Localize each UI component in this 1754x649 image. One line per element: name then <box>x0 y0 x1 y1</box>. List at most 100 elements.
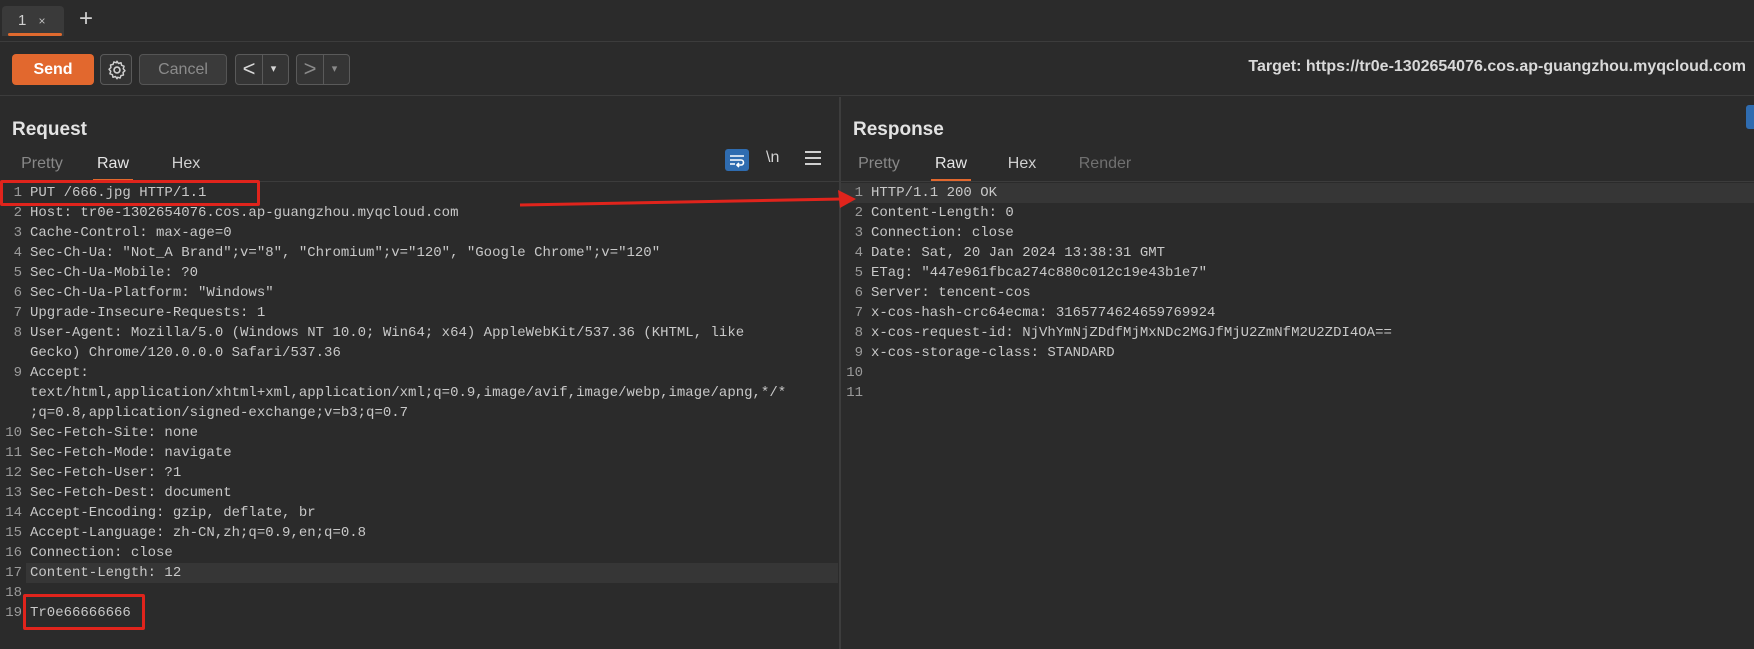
line-text: x-cos-request-id: NjVhYmNjZDdfMjMxNDc2MG… <box>871 325 1392 341</box>
editor-line[interactable]: Gecko) Chrome/120.0.0.0 Safari/537.36 <box>0 343 839 363</box>
editor-line[interactable]: 7 x-cos-hash-crc64ecma: 31657746246597699… <box>841 303 1754 323</box>
toolbar: Send Cancel < ▾ > ▾ Target: https://tr0e… <box>0 42 1754 96</box>
line-number: 2 <box>13 205 22 221</box>
line-number: 7 <box>13 305 22 321</box>
repeater-tab-1[interactable]: 1 × <box>2 6 64 36</box>
line-number: 1 <box>854 185 863 201</box>
line-number: 5 <box>13 265 22 281</box>
request-pane: Request Pretty Raw Hex \n 1 PUT /666.jpg … <box>0 97 839 649</box>
editor-line[interactable]: 9 x-cos-storage-class: STANDARD <box>841 343 1754 363</box>
request-editor[interactable]: 1 PUT /666.jpg HTTP/1.1 2 Host: tr0e-130265… <box>0 183 839 649</box>
line-text: Accept: <box>30 365 89 381</box>
editor-line[interactable]: text/html,application/xhtml+xml,applicat… <box>0 383 839 403</box>
editor-line[interactable]: 11 <box>841 383 1754 403</box>
inspector-toggle[interactable] <box>1746 105 1754 129</box>
forward-history-dropdown[interactable]: ▾ <box>323 55 345 84</box>
editor-line[interactable]: 5 ETag: "447e961fbca274c880c012c19e43b1e7… <box>841 263 1754 283</box>
line-text: Connection: close <box>871 225 1014 241</box>
send-button[interactable]: Send <box>12 54 94 85</box>
request-title: Request <box>12 119 87 140</box>
show-newlines-icon[interactable]: \n <box>766 149 779 167</box>
editor-line[interactable]: ;q=0.8,application/signed-exchange;v=b3;… <box>0 403 839 423</box>
tab-hex[interactable]: Hex <box>1004 152 1040 178</box>
editor-line[interactable]: 8 x-cos-request-id: NjVhYmNjZDdfMjMxNDc2M… <box>841 323 1754 343</box>
editor-line[interactable]: 7 Upgrade-Insecure-Requests: 1 <box>0 303 839 323</box>
line-text: ETag: "447e961fbca274c880c012c19e43b1e7" <box>871 265 1208 281</box>
line-text: Sec-Ch-Ua-Platform: "Windows" <box>30 285 274 301</box>
tab-raw[interactable]: Raw <box>93 152 133 182</box>
editor-line[interactable]: 6 Sec-Ch-Ua-Platform: "Windows" <box>0 283 839 303</box>
tab-hex[interactable]: Hex <box>168 152 204 178</box>
editor-line[interactable]: 12 Sec-Fetch-User: ?1 <box>0 463 839 483</box>
burp-repeater-window: 1 × + Send Cancel < ▾ > ▾ Target: https:… <box>0 0 1754 649</box>
editor-line[interactable]: 4 Sec-Ch-Ua: "Not_A Brand";v="8", "Chromi… <box>0 243 839 263</box>
tab-render[interactable]: Render <box>1075 152 1135 178</box>
line-number: 12 <box>5 465 22 481</box>
editor-line[interactable]: 5 Sec-Ch-Ua-Mobile: ?0 <box>0 263 839 283</box>
editor-line[interactable]: 14 Accept-Encoding: gzip, deflate, br <box>0 503 839 523</box>
editor-line[interactable]: 11 Sec-Fetch-Mode: navigate <box>0 443 839 463</box>
line-text: Sec-Fetch-Mode: navigate <box>30 445 232 461</box>
add-tab-button[interactable]: + <box>74 7 98 32</box>
editor-line[interactable]: 4 Date: Sat, 20 Jan 2024 13:38:31 GMT <box>841 243 1754 263</box>
gear-icon <box>108 60 126 80</box>
editor-line[interactable]: 1 HTTP/1.1 200 OK <box>841 183 1754 203</box>
back-button-group[interactable]: < ▾ <box>235 54 289 85</box>
tab-label: 1 <box>18 12 27 29</box>
line-number: 10 <box>846 365 863 381</box>
line-number: 8 <box>13 325 22 341</box>
editor-line[interactable]: 3 Cache-Control: max-age=0 <box>0 223 839 243</box>
settings-button[interactable] <box>100 54 132 85</box>
editor-line[interactable]: 2 Content-Length: 0 <box>841 203 1754 223</box>
response-editor[interactable]: 1 HTTP/1.1 200 OK 2 Content-Length: 0 3 Conne… <box>841 183 1754 649</box>
line-text: Connection: close <box>30 545 173 561</box>
back-history-dropdown[interactable]: ▾ <box>262 55 284 84</box>
line-number: 11 <box>846 385 863 401</box>
editor-line[interactable]: 16 Connection: close <box>0 543 839 563</box>
line-number: 14 <box>5 505 22 521</box>
line-text: User-Agent: Mozilla/5.0 (Windows NT 10.0… <box>30 325 745 341</box>
response-pane: Response Pretty Raw Hex Render 1 HTTP/1.1… <box>841 97 1754 649</box>
line-number: 4 <box>854 245 863 261</box>
close-icon[interactable]: × <box>39 14 46 28</box>
tab-pretty[interactable]: Pretty <box>18 152 66 178</box>
editor-line[interactable]: 17 Content-Length: 12 <box>5 563 838 583</box>
line-number: 6 <box>13 285 22 301</box>
editor-line[interactable]: 9 Accept: <box>0 363 839 383</box>
menu-icon[interactable] <box>805 151 821 165</box>
response-title: Response <box>853 119 944 140</box>
editor-line[interactable]: 3 Connection: close <box>841 223 1754 243</box>
editor-line[interactable]: 13 Sec-Fetch-Dest: document <box>0 483 839 503</box>
line-text: HTTP/1.1 200 OK <box>871 185 998 201</box>
tab-strip: 1 × + <box>0 0 1754 42</box>
tab-pretty[interactable]: Pretty <box>855 152 903 178</box>
line-number: 2 <box>854 205 863 221</box>
line-number: 17 <box>5 565 22 581</box>
line-text: Date: Sat, 20 Jan 2024 13:38:31 GMT <box>871 245 1166 261</box>
divider <box>841 181 1754 182</box>
editor-line[interactable]: 6 Server: tencent-cos <box>841 283 1754 303</box>
wrap-lines-icon[interactable] <box>725 149 749 171</box>
line-text: Sec-Ch-Ua: "Not_A Brand";v="8", "Chromiu… <box>30 245 661 261</box>
forward-arrow-icon[interactable]: > <box>297 55 323 84</box>
editor-line[interactable]: 8 User-Agent: Mozilla/5.0 (Windows NT 10.… <box>0 323 839 343</box>
editor-line[interactable]: 10 Sec-Fetch-Site: none <box>0 423 839 443</box>
editor-line[interactable]: 18 <box>0 583 839 603</box>
editor-line[interactable]: 2 Host: tr0e-1302654076.cos.ap-guangzhou.… <box>0 203 839 223</box>
line-text: x-cos-hash-crc64ecma: 316577462465976992… <box>871 305 1216 321</box>
target-url[interactable]: Target: https://tr0e-1302654076.cos.ap-g… <box>1248 58 1746 76</box>
cancel-button[interactable]: Cancel <box>139 54 227 85</box>
forward-button-group[interactable]: > ▾ <box>296 54 350 85</box>
line-text: Sec-Fetch-User: ?1 <box>30 465 182 481</box>
editor-line[interactable]: 10 <box>841 363 1754 383</box>
line-number: 3 <box>854 225 863 241</box>
editor-line[interactable]: 1 PUT /666.jpg HTTP/1.1 <box>0 183 839 203</box>
editor-line[interactable]: 19 Tr0e66666666 <box>0 603 839 623</box>
line-text: text/html,application/xhtml+xml,applicat… <box>30 385 787 401</box>
line-number: 3 <box>13 225 22 241</box>
tab-raw[interactable]: Raw <box>931 152 971 182</box>
line-text: Host: tr0e-1302654076.cos.ap-guangzhou.m… <box>30 205 459 221</box>
editor-line[interactable]: 15 Accept-Language: zh-CN,zh;q=0.9,en;q=0… <box>0 523 839 543</box>
back-arrow-icon[interactable]: < <box>236 55 262 84</box>
line-number: 19 <box>5 605 22 621</box>
